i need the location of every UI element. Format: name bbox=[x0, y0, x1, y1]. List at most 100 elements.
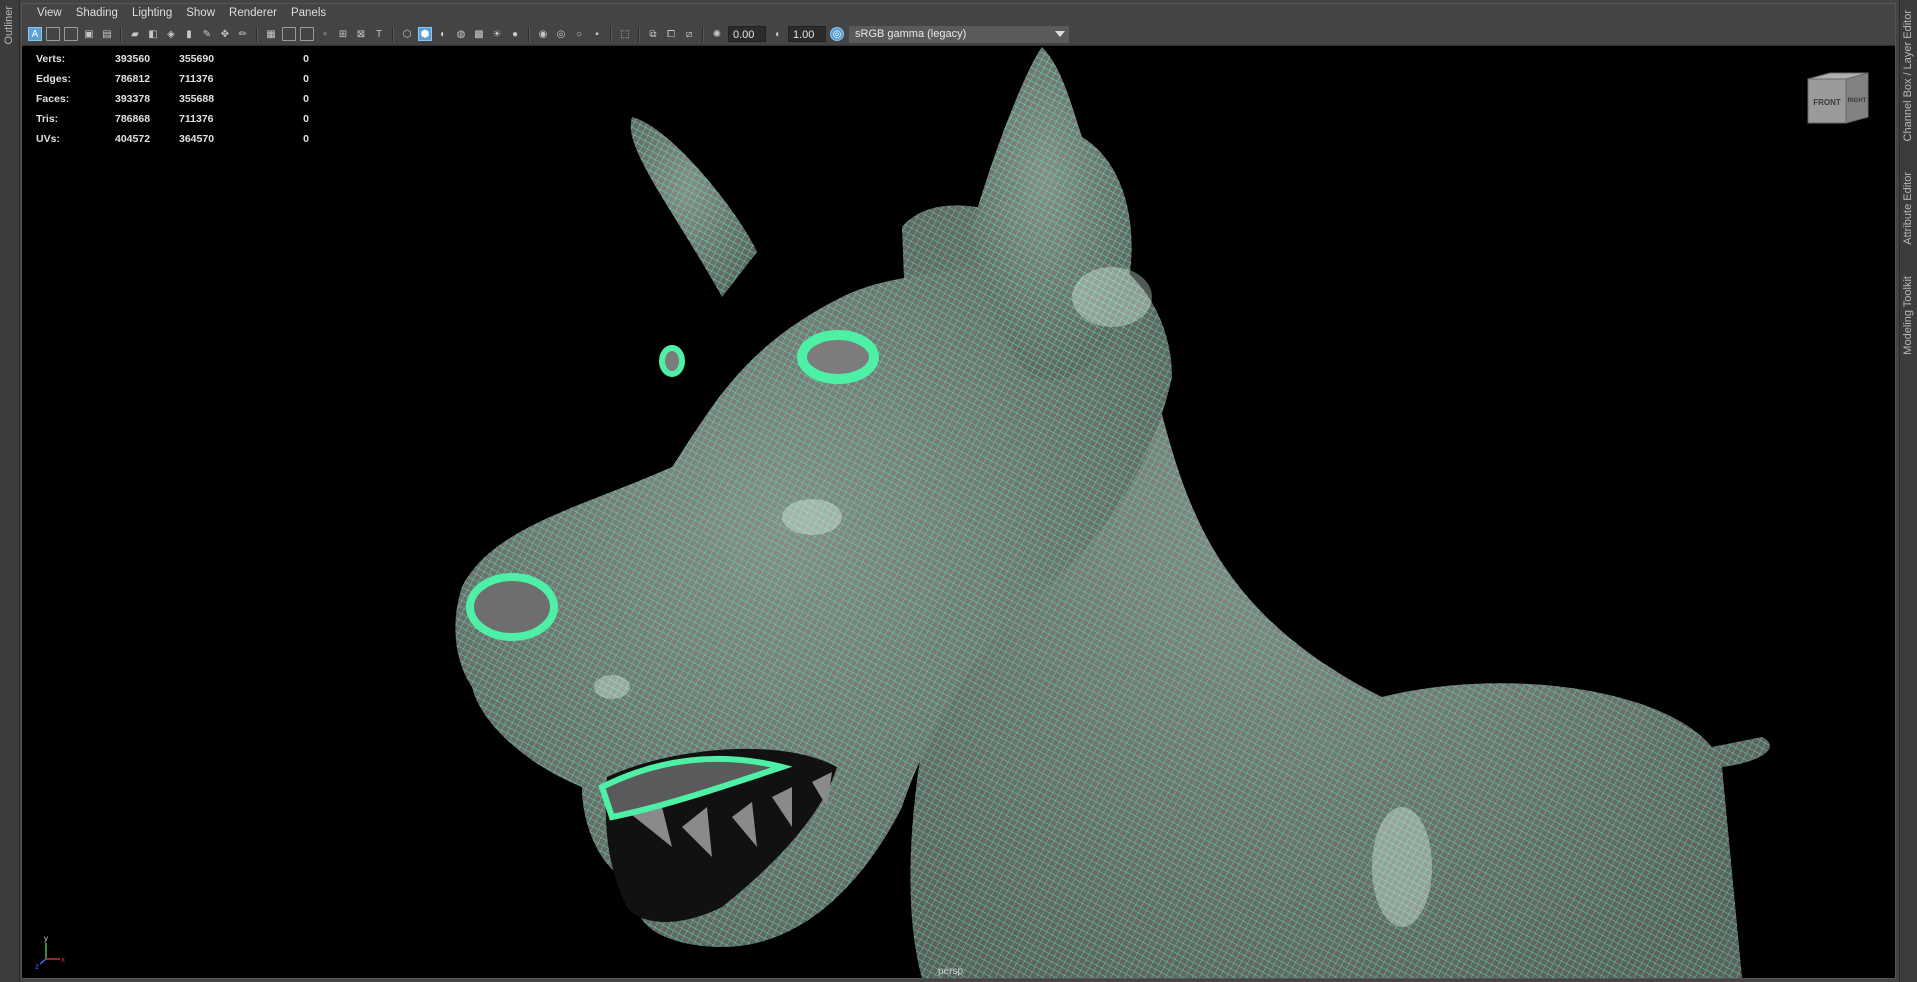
outliner-tab[interactable]: Outliner bbox=[3, 6, 15, 45]
axis-gizmo: y x z bbox=[35, 934, 65, 971]
grid-toggle-icon[interactable]: ▦ bbox=[264, 27, 278, 41]
hud-label: UVs: bbox=[36, 133, 60, 145]
dog-model-render bbox=[455, 47, 1770, 978]
toolbar-separator bbox=[702, 26, 704, 42]
viewcube-front-label: FRONT bbox=[1813, 98, 1841, 107]
safe-title-icon[interactable]: ✥ bbox=[218, 27, 232, 41]
hud-value: 711376 bbox=[179, 113, 214, 125]
hud-row-edges: Edges: 786812 711376 0 bbox=[36, 69, 309, 89]
wireframe-icon[interactable]: ⬡ bbox=[400, 27, 414, 41]
hud-row-tris: Tris: 786868 711376 0 bbox=[36, 109, 309, 129]
exposure-icon[interactable]: ✺ bbox=[710, 27, 724, 41]
hud-label: Verts: bbox=[36, 53, 66, 65]
hud-value: 0 bbox=[303, 73, 309, 85]
camera-name-label: persp bbox=[938, 966, 964, 977]
axis-z-line bbox=[39, 958, 47, 965]
toolbar-separator bbox=[638, 26, 640, 42]
hud-value: 393378 bbox=[115, 93, 151, 105]
menu-shading[interactable]: Shading bbox=[69, 4, 125, 23]
gate-mask-icon[interactable]: ◈ bbox=[164, 27, 178, 41]
gamma-field[interactable]: 1.00 bbox=[788, 26, 826, 42]
hud-value: 711376 bbox=[179, 73, 214, 85]
hud-value: 0 bbox=[303, 133, 309, 145]
panel-menubar: View Shading Lighting Show Renderer Pane… bbox=[22, 4, 1895, 23]
hud-value: 786868 bbox=[115, 113, 151, 125]
safe-title-toggle-icon[interactable]: T bbox=[372, 27, 386, 41]
toolbar-separator bbox=[256, 26, 258, 42]
axis-x-label: x bbox=[61, 955, 65, 964]
camera-attributes-icon[interactable] bbox=[46, 27, 60, 41]
modeling-toolkit-tab[interactable]: Modeling Toolkit bbox=[1902, 276, 1914, 355]
hud-value: 404572 bbox=[115, 133, 151, 145]
axis-y-label: y bbox=[44, 934, 48, 943]
anti-aliasing-icon[interactable]: ○ bbox=[572, 27, 586, 41]
menu-lighting[interactable]: Lighting bbox=[125, 4, 179, 23]
colorspace-dropdown[interactable]: sRGB gamma (legacy) bbox=[849, 25, 1069, 43]
gamma-icon[interactable]: ◖ bbox=[770, 27, 784, 41]
hud-row-faces: Faces: 393378 355688 0 bbox=[36, 89, 309, 109]
chevron-down-icon bbox=[1055, 30, 1065, 37]
bookmarks-icon[interactable] bbox=[64, 27, 78, 41]
hud-value: 393560 bbox=[115, 53, 151, 65]
hud-value: 786812 bbox=[115, 73, 151, 85]
exposure-field[interactable]: 0.00 bbox=[728, 26, 766, 42]
3d-viewport[interactable]: Verts: 393560 355690 0 Edges: 786812 711… bbox=[22, 47, 1895, 978]
select-camera-icon[interactable]: A bbox=[28, 27, 42, 41]
menu-show[interactable]: Show bbox=[179, 4, 222, 23]
viewcube-widget[interactable]: FRONT RIGHT bbox=[1806, 71, 1870, 125]
resolution-gate-icon[interactable]: ◧ bbox=[146, 27, 160, 41]
xray-joints-icon[interactable]: ⧉ bbox=[646, 27, 660, 41]
lights-icon[interactable]: ☀ bbox=[490, 27, 504, 41]
poly-count-hud: Verts: 393560 355690 0 Edges: 786812 711… bbox=[36, 49, 309, 149]
field-chart-toggle-icon[interactable]: ⊞ bbox=[336, 27, 350, 41]
viewcube-right-label: RIGHT bbox=[1848, 98, 1867, 104]
menu-panels[interactable]: Panels bbox=[284, 4, 333, 23]
hud-label: Faces: bbox=[36, 93, 70, 105]
menu-view[interactable]: View bbox=[30, 4, 69, 23]
hud-label: Tris: bbox=[36, 113, 59, 125]
hud-value: 355690 bbox=[179, 53, 215, 65]
hud-value: 364570 bbox=[179, 133, 215, 145]
toolbar-separator bbox=[528, 26, 530, 42]
left-dock-strip: Outliner bbox=[0, 0, 20, 982]
right-dock-strip: Channel Box / Layer Editor Attribute Edi… bbox=[1899, 0, 1917, 982]
safe-action-icon[interactable]: ✎ bbox=[200, 27, 214, 41]
colorspace-value: sRGB gamma (legacy) bbox=[855, 27, 967, 40]
depth-of-field-icon[interactable]: ▪ bbox=[590, 27, 604, 41]
hud-value: 0 bbox=[303, 53, 309, 65]
attribute-editor-tab[interactable]: Attribute Editor bbox=[1902, 172, 1914, 245]
xray-active-icon[interactable]: ⧠ bbox=[664, 27, 678, 41]
toolbar-separator bbox=[392, 26, 394, 42]
textured-icon[interactable]: ▩ bbox=[472, 27, 486, 41]
pencil-icon[interactable]: ✏ bbox=[236, 27, 250, 41]
backface-culling-icon[interactable]: ⧄ bbox=[682, 27, 696, 41]
hud-value: 355688 bbox=[179, 93, 215, 105]
smooth-shade-icon[interactable]: ⬢ bbox=[418, 27, 432, 41]
axis-z-label: z bbox=[35, 962, 39, 971]
field-chart-icon[interactable]: ▮ bbox=[182, 27, 196, 41]
menu-renderer[interactable]: Renderer bbox=[222, 4, 284, 23]
channel-box-tab[interactable]: Channel Box / Layer Editor bbox=[1902, 10, 1914, 141]
resolution-gate-toggle-icon[interactable] bbox=[300, 27, 314, 41]
hud-row-verts: Verts: 393560 355690 0 bbox=[36, 49, 309, 69]
gate-mask-toggle-icon[interactable]: ▫ bbox=[318, 27, 332, 41]
panel-toolbar: A ▣ ▤ ▰ ◧ ◈ ▮ ✎ ✥ ✏ ▦ ▫ ⊞ ⊠ T ⬡ ⬢ ◐ ◍ ▩ … bbox=[22, 23, 1895, 46]
wireframe-on-shaded-icon[interactable]: ◐ bbox=[436, 27, 450, 41]
hud-row-uvs: UVs: 404572 364570 0 bbox=[36, 129, 309, 149]
dog-body bbox=[455, 47, 1770, 978]
ambient-occlusion-icon[interactable]: ◉ bbox=[536, 27, 550, 41]
hud-value: 0 bbox=[303, 93, 309, 105]
toolbar-separator bbox=[120, 26, 122, 42]
image-plane-icon[interactable]: ▣ bbox=[82, 27, 96, 41]
grid-icon[interactable]: ▤ bbox=[100, 27, 114, 41]
isolate-select-icon[interactable]: ⬚ bbox=[618, 27, 632, 41]
xray-icon[interactable]: ◍ bbox=[454, 27, 468, 41]
shadows-icon[interactable]: ● bbox=[508, 27, 522, 41]
safe-action-toggle-icon[interactable]: ⊠ bbox=[354, 27, 368, 41]
hud-label: Edges: bbox=[36, 73, 72, 85]
color-management-icon[interactable]: ◎ bbox=[830, 27, 844, 41]
motion-blur-icon[interactable]: ◎ bbox=[554, 27, 568, 41]
film-gate-icon[interactable]: ▰ bbox=[128, 27, 142, 41]
hud-value: 0 bbox=[303, 113, 309, 125]
film-gate-toggle-icon[interactable] bbox=[282, 27, 296, 41]
